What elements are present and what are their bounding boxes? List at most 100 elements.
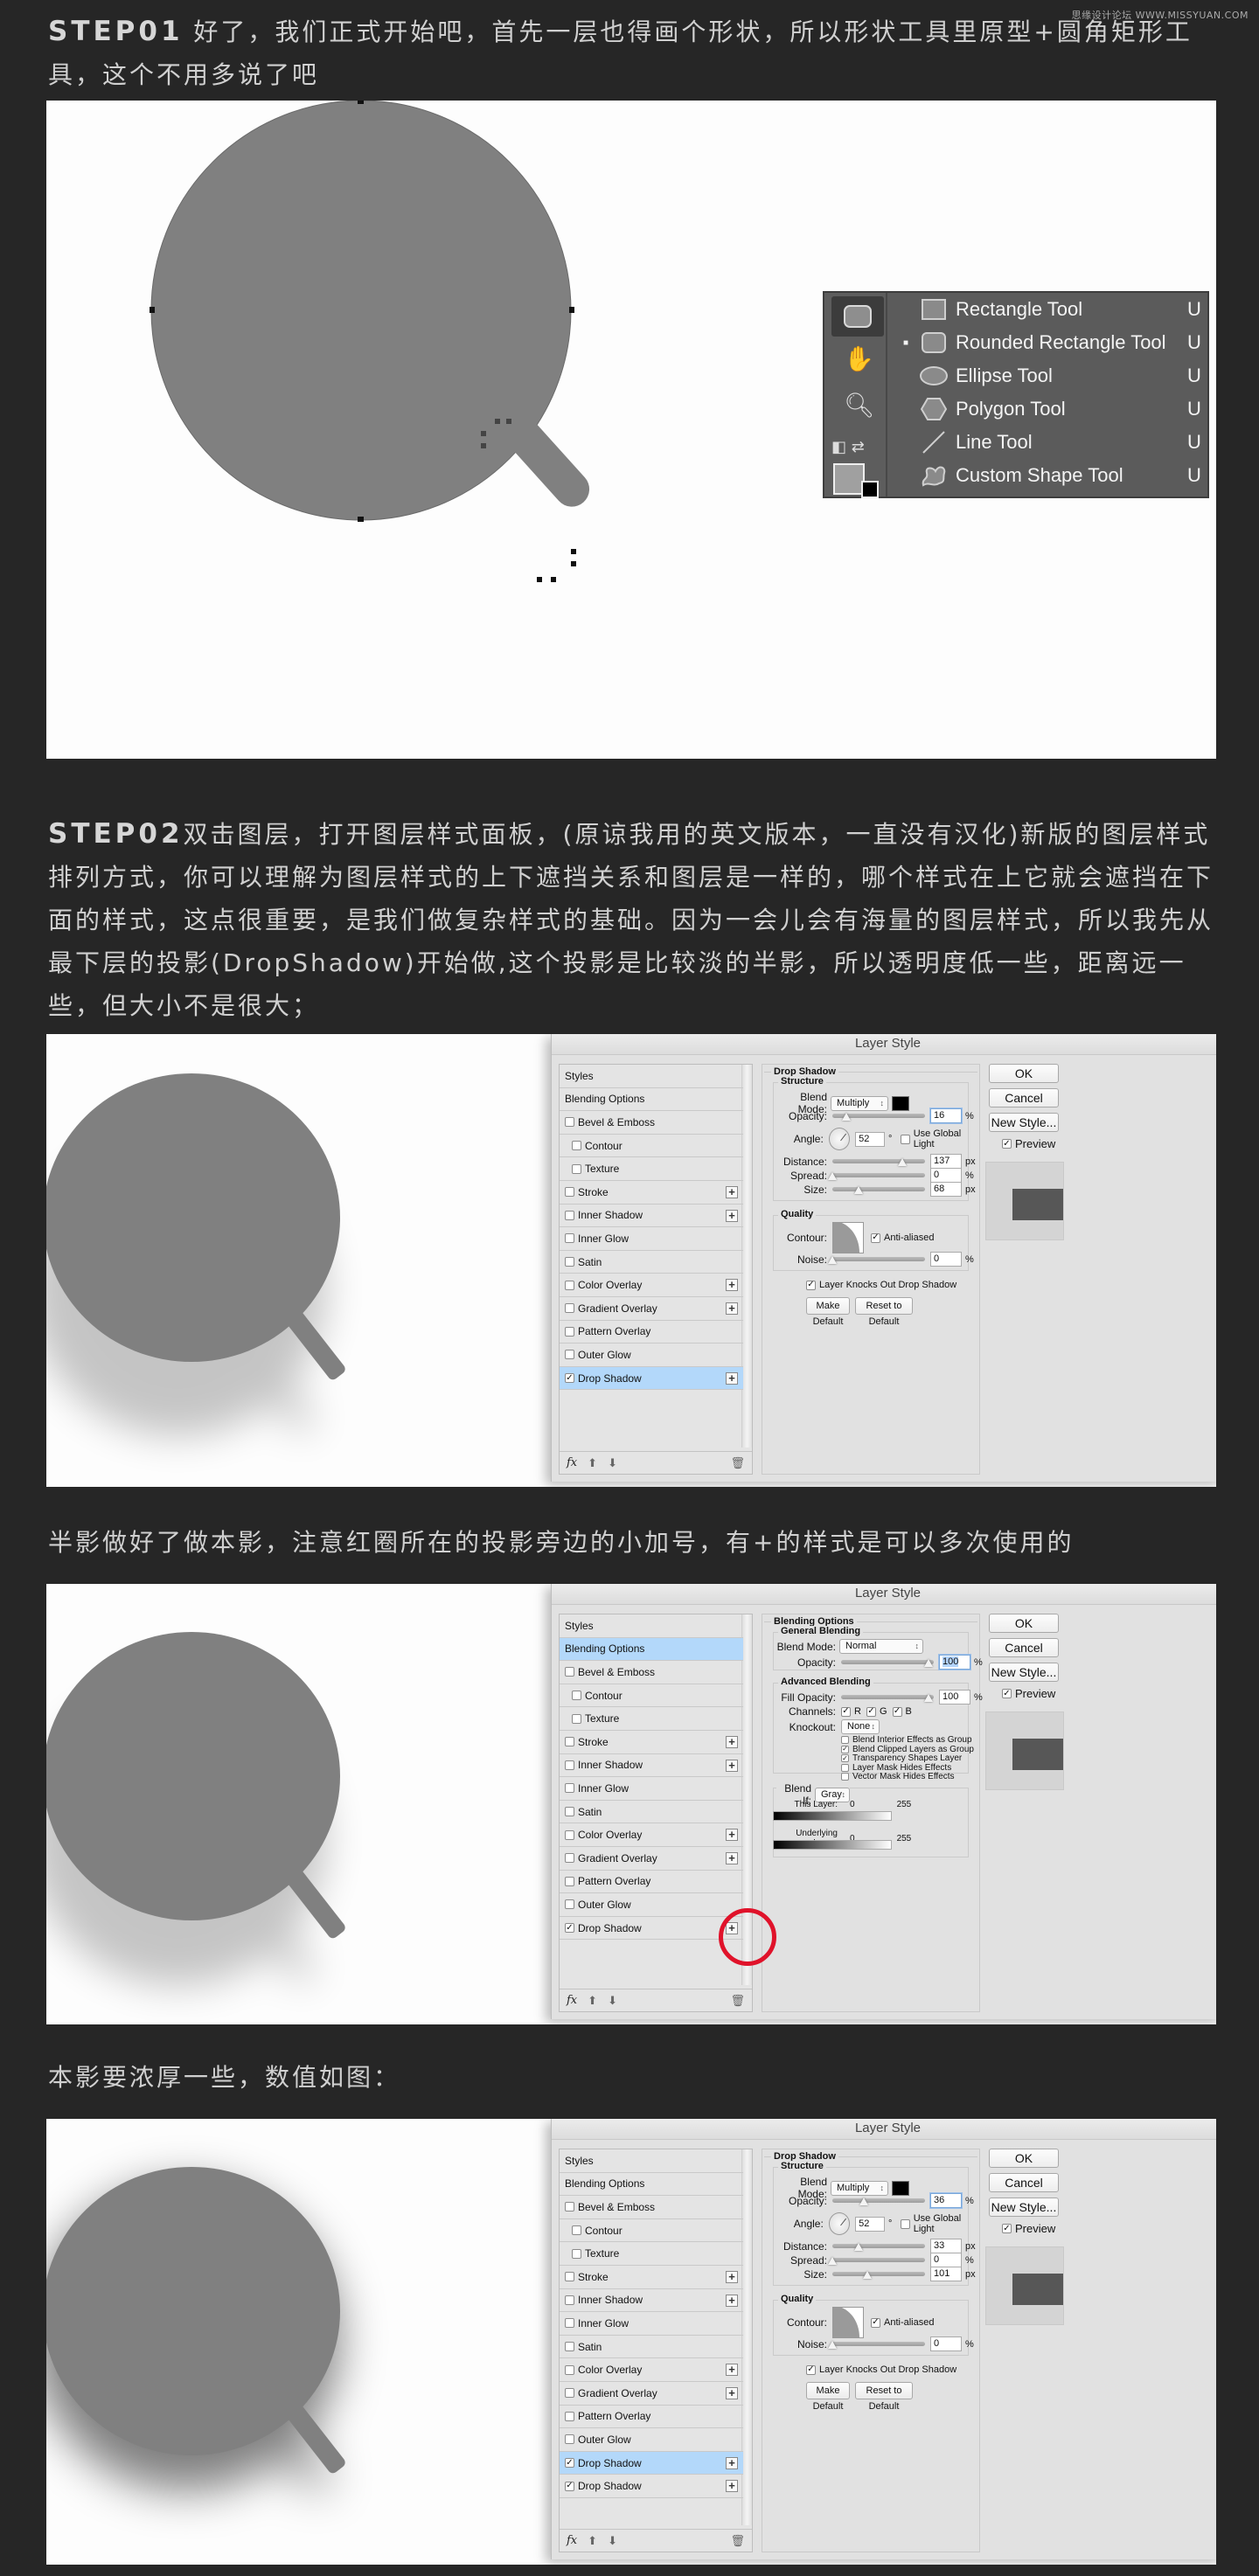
- style-item[interactable]: Inner Glow: [560, 1227, 743, 1251]
- style-checkbox[interactable]: [565, 1807, 574, 1817]
- tool-menu-item[interactable]: Ellipse Tool U: [893, 359, 1207, 392]
- reset-to-default-button[interactable]: Reset to Default: [855, 1297, 913, 1327]
- zoom-icon[interactable]: 🔍︎: [844, 393, 875, 418]
- style-checkbox[interactable]: ✓: [565, 1373, 574, 1384]
- noise-slider-thumb[interactable]: [828, 1256, 837, 1264]
- style-checkbox[interactable]: [565, 2411, 574, 2421]
- cancel-button[interactable]: Cancel: [989, 1638, 1059, 1657]
- background-color-swatch[interactable]: [861, 481, 879, 498]
- spread-slider[interactable]: [828, 1172, 925, 1180]
- style-checkbox[interactable]: [565, 2364, 574, 2375]
- style-checkbox[interactable]: [565, 1210, 574, 1220]
- style-checkbox[interactable]: [565, 2318, 574, 2329]
- spread-slider[interactable]: [828, 2257, 925, 2265]
- move-up-icon[interactable]: ⬆: [588, 1456, 597, 1470]
- fx-menu-button[interactable]: fx: [567, 2534, 577, 2547]
- angle-input[interactable]: 52: [855, 1131, 885, 1147]
- style-item[interactable]: Contour: [560, 1135, 743, 1158]
- style-item[interactable]: ✓ Drop Shadow +: [560, 1366, 743, 1391]
- ok-button[interactable]: OK: [989, 1614, 1059, 1633]
- style-item[interactable]: ✓ Drop Shadow +: [560, 2451, 743, 2475]
- distance-input[interactable]: 33: [930, 2239, 962, 2253]
- knockout-select[interactable]: None: [841, 1719, 880, 1734]
- noise-slider[interactable]: [828, 2341, 925, 2349]
- size-slider-thumb[interactable]: [863, 2271, 872, 2279]
- style-item[interactable]: Color Overlay +: [560, 2358, 743, 2382]
- opacity-slider-thumb[interactable]: [842, 1113, 851, 1121]
- add-style-instance-button[interactable]: +: [726, 1829, 738, 1842]
- blending-options-item[interactable]: Blending Options: [560, 1637, 743, 1662]
- anti-aliased-checkbox[interactable]: ✓ Anti-aliased: [871, 2317, 934, 2328]
- distance-slider-thumb[interactable]: [898, 1158, 907, 1166]
- style-item[interactable]: Bevel & Emboss: [560, 2196, 743, 2219]
- style-item[interactable]: Outer Glow: [560, 1893, 743, 1917]
- style-checkbox[interactable]: [565, 1783, 574, 1794]
- style-item[interactable]: Gradient Overlay +: [560, 2382, 743, 2406]
- size-slider[interactable]: [832, 2271, 925, 2279]
- make-default-button[interactable]: Make Default: [806, 2382, 850, 2412]
- angle-dial[interactable]: [828, 1128, 851, 1150]
- opacity-slider[interactable]: [832, 2198, 925, 2205]
- style-checkbox[interactable]: [565, 2272, 574, 2282]
- cancel-button[interactable]: Cancel: [989, 2173, 1059, 2192]
- styles-header[interactable]: Styles: [560, 1614, 743, 1638]
- style-checkbox[interactable]: [565, 1760, 574, 1770]
- opacity-slider[interactable]: [841, 1659, 934, 1667]
- distance-slider[interactable]: [832, 2243, 925, 2251]
- style-item[interactable]: Inner Glow: [560, 2312, 743, 2336]
- spread-slider-thumb[interactable]: [828, 1172, 837, 1180]
- style-item[interactable]: Gradient Overlay +: [560, 1847, 743, 1871]
- swap-colors-icon[interactable]: ◧ ⇄: [831, 438, 865, 456]
- size-input[interactable]: 101: [930, 2267, 962, 2281]
- opacity-slider-thumb[interactable]: [924, 1659, 933, 1667]
- fill-opacity-slider[interactable]: [841, 1694, 934, 1702]
- style-item[interactable]: Stroke +: [560, 1181, 743, 1205]
- blending-options-item[interactable]: Blending Options: [560, 2173, 743, 2197]
- style-item[interactable]: ✓ Drop Shadow +: [560, 1917, 743, 1941]
- opacity-input[interactable]: 36: [930, 2193, 962, 2208]
- add-style-instance-button[interactable]: +: [726, 2480, 738, 2493]
- contour-picker[interactable]: [832, 1222, 864, 1253]
- use-global-light-checkbox[interactable]: Use Global Light: [901, 1128, 979, 1149]
- style-checkbox[interactable]: [565, 2202, 574, 2212]
- style-checkbox[interactable]: [572, 1691, 581, 1701]
- opacity-slider[interactable]: [832, 1113, 925, 1121]
- add-style-instance-button[interactable]: +: [726, 1302, 738, 1315]
- style-checkbox[interactable]: [565, 2342, 574, 2352]
- style-checkbox[interactable]: [565, 1899, 574, 1910]
- new-style-button[interactable]: New Style...: [989, 1113, 1059, 1132]
- add-style-instance-button[interactable]: +: [726, 2294, 738, 2307]
- add-style-instance-button[interactable]: +: [726, 2456, 738, 2469]
- style-item[interactable]: Pattern Overlay: [560, 2406, 743, 2429]
- style-checkbox[interactable]: [565, 1257, 574, 1267]
- rounded-rectangle-tool-button[interactable]: [831, 296, 884, 337]
- distance-input[interactable]: 137: [930, 1154, 962, 1169]
- style-item[interactable]: Outer Glow: [560, 2428, 743, 2452]
- size-slider-thumb[interactable]: [854, 1186, 863, 1194]
- style-item[interactable]: Color Overlay +: [560, 1823, 743, 1847]
- move-up-icon[interactable]: ⬆: [588, 1994, 597, 2008]
- blending-options-item[interactable]: Blending Options: [560, 1088, 743, 1112]
- underlying-layer-gradient-slider[interactable]: [773, 1840, 892, 1850]
- style-checkbox[interactable]: [565, 2295, 574, 2305]
- style-item[interactable]: Inner Shadow +: [560, 1205, 743, 1228]
- opacity-slider-thumb[interactable]: [859, 2198, 868, 2205]
- style-item[interactable]: Contour: [560, 1684, 743, 1708]
- knocks-out-checkbox[interactable]: ✓ Layer Knocks Out Drop Shadow: [806, 2364, 956, 2375]
- hand-icon[interactable]: ✋: [844, 347, 874, 371]
- style-checkbox[interactable]: [565, 1737, 574, 1747]
- style-checkbox[interactable]: [565, 1280, 574, 1290]
- move-down-icon[interactable]: ⬇: [608, 1456, 617, 1470]
- fx-menu-button[interactable]: fx: [567, 1994, 577, 2007]
- style-checkbox[interactable]: [572, 2248, 581, 2259]
- style-checkbox[interactable]: [572, 2225, 581, 2236]
- angle-dial[interactable]: [828, 2212, 851, 2235]
- style-checkbox[interactable]: [565, 2388, 574, 2399]
- style-item[interactable]: Texture: [560, 1707, 743, 1731]
- channel-b-checkbox[interactable]: ✓ B: [892, 1706, 912, 1717]
- foreground-color-swatch[interactable]: [833, 463, 865, 495]
- style-checkbox[interactable]: [565, 1187, 574, 1198]
- angle-input[interactable]: 52: [855, 2216, 885, 2232]
- style-item[interactable]: Color Overlay +: [560, 1274, 743, 1297]
- style-checkbox[interactable]: [565, 1667, 574, 1677]
